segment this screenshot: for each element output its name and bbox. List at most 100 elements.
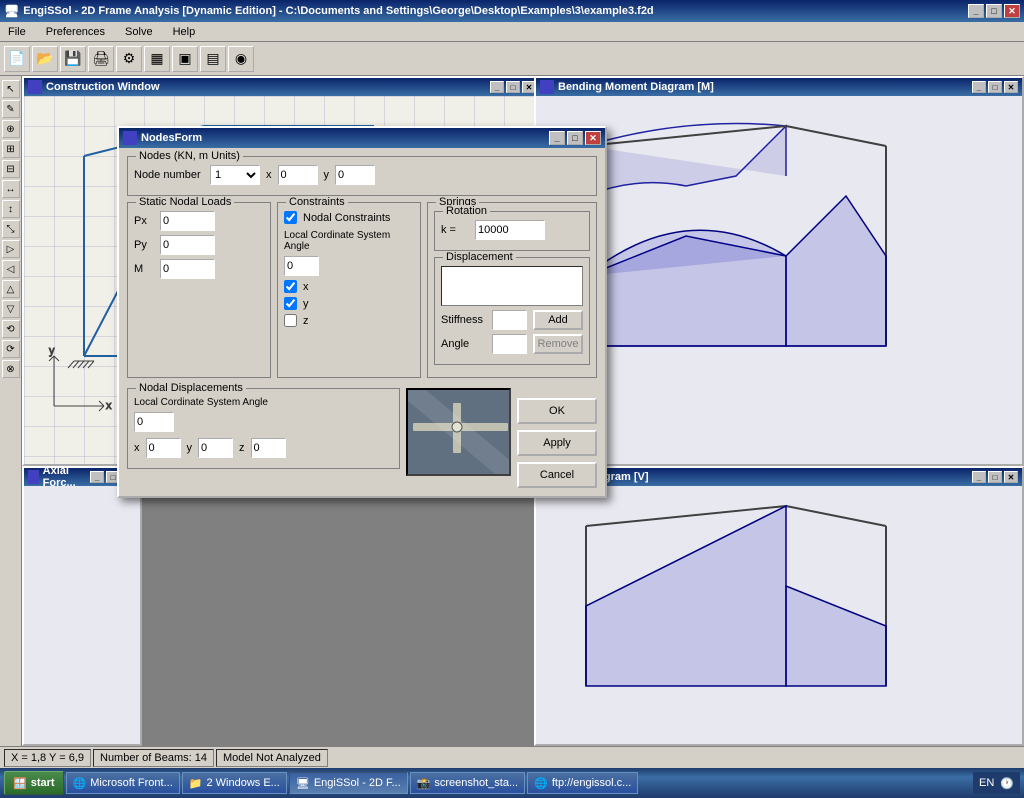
left-btn-8[interactable]: ⤡ xyxy=(2,220,20,238)
nodal-constraints-label: Nodal Constraints xyxy=(303,212,390,224)
beams-pane: Number of Beams: 14 xyxy=(93,749,214,767)
angle-input[interactable] xyxy=(492,334,527,354)
nodes-form-title: NodesForm xyxy=(141,132,202,144)
y-coord-input[interactable] xyxy=(335,165,375,185)
taskbar-item-4-label: ftp://engissol.c... xyxy=(552,777,631,789)
taskbar-item-1-icon: 📁 xyxy=(189,777,203,790)
checkbox-x[interactable] xyxy=(284,280,297,293)
left-btn-1[interactable]: ↖ xyxy=(2,80,20,98)
taskbar-item-1[interactable]: 📁 2 Windows E... xyxy=(182,772,287,794)
toolbar-btn8[interactable]: ▤ xyxy=(200,46,226,72)
stiffness-input[interactable] xyxy=(492,310,527,330)
left-btn-6[interactable]: ↔ xyxy=(2,180,20,198)
toolbar-save[interactable]: 💾 xyxy=(60,46,86,72)
py-row: Py xyxy=(134,235,264,255)
left-btn-7[interactable]: ↕ xyxy=(2,200,20,218)
displacement-title: Displacement xyxy=(443,251,516,263)
nodes-form-close[interactable]: ✕ xyxy=(585,131,601,145)
taskbar-item-3-icon: 📸 xyxy=(417,777,431,790)
left-btn-15[interactable]: ⊗ xyxy=(2,360,20,378)
toolbar-btn5[interactable]: ⚙ xyxy=(116,46,142,72)
taskbar-item-4-icon: 🌐 xyxy=(534,777,548,790)
menu-solve[interactable]: Solve xyxy=(121,24,157,40)
add-button[interactable]: Add xyxy=(533,310,583,330)
toolbar-btn6[interactable]: ▦ xyxy=(144,46,170,72)
cancel-button[interactable]: Cancel xyxy=(517,462,597,488)
left-btn-13[interactable]: ⟲ xyxy=(2,320,20,338)
local-angle-section: Local Cordinate System Angle xyxy=(284,230,414,276)
py-input[interactable] xyxy=(160,235,215,255)
node-number-label: Node number xyxy=(134,169,204,181)
local-disp-angle-input[interactable] xyxy=(134,412,174,432)
taskbar-item-4[interactable]: 🌐 ftp://engissol.c... xyxy=(527,772,638,794)
remove-button[interactable]: Remove xyxy=(533,334,583,354)
taskbar-item-0[interactable]: 🌐 Microsoft Front... xyxy=(66,772,180,794)
left-btn-14[interactable]: ⟳ xyxy=(2,340,20,358)
disp-x-input[interactable] xyxy=(146,438,181,458)
toolbar: 📄 📂 💾 🖨 ⚙ ▦ ▣ ▤ ◉ xyxy=(0,42,1024,76)
nodal-displacements-title: Nodal Displacements xyxy=(136,382,246,394)
disp-z-input[interactable] xyxy=(251,438,286,458)
left-btn-5[interactable]: ⊟ xyxy=(2,160,20,178)
taskbar-item-2[interactable]: 🖥 EngiSSol - 2D F... xyxy=(289,772,408,794)
disp-y-input[interactable] xyxy=(198,438,233,458)
nodes-form-title-bar: NodesForm _ □ ✕ xyxy=(119,128,605,148)
coordinates-text: X = 1,8 Y = 6,9 xyxy=(11,752,84,764)
m-input[interactable] xyxy=(160,259,215,279)
start-button[interactable]: 🪟 start xyxy=(4,771,64,795)
k-input[interactable] xyxy=(475,220,545,240)
minimize-button[interactable]: _ xyxy=(968,4,984,18)
nodes-form-content: Nodes (KN, m Units) Node number 1 x y xyxy=(119,148,605,496)
local-angle-input[interactable] xyxy=(284,256,319,276)
angle-row: Angle Remove xyxy=(441,334,583,354)
local-cordinate-system-label: Local Cordinate System Angle xyxy=(134,397,393,408)
middle-section: Static Nodal Loads Px Py M xyxy=(127,202,597,384)
toolbar-print[interactable]: 🖨 xyxy=(88,46,114,72)
title-bar: 🖥 EngiSSol - 2D Frame Analysis [Dynamic … xyxy=(0,0,1024,22)
x-coord-input[interactable] xyxy=(278,165,318,185)
px-row: Px xyxy=(134,211,264,231)
node-image xyxy=(406,388,511,476)
m-label: M xyxy=(134,263,154,275)
nodal-constraints-checkbox[interactable] xyxy=(284,211,297,224)
left-btn-2[interactable]: ✎ xyxy=(2,100,20,118)
disp-y-label: y xyxy=(187,442,193,454)
left-btn-12[interactable]: ▽ xyxy=(2,300,20,318)
toolbar-open[interactable]: 📂 xyxy=(32,46,58,72)
left-btn-9[interactable]: ▷ xyxy=(2,240,20,258)
ok-button[interactable]: OK xyxy=(517,398,597,424)
checkbox-z[interactable] xyxy=(284,314,297,327)
taskbar-item-3[interactable]: 📸 screenshot_sta... xyxy=(410,772,525,794)
beams-text: Number of Beams: 14 xyxy=(100,752,207,764)
modal-overlay: NodesForm _ □ ✕ Nodes (KN, m Units) Node xyxy=(22,76,1024,746)
local-angle-label: Local Cordinate System Angle xyxy=(284,230,414,252)
checkbox-y[interactable] xyxy=(284,297,297,310)
maximize-button[interactable]: □ xyxy=(986,4,1002,18)
checkbox-x-row: x xyxy=(284,280,414,293)
checkbox-z-row: z xyxy=(284,314,414,327)
menu-help[interactable]: Help xyxy=(169,24,200,40)
node-number-select[interactable]: 1 xyxy=(210,165,260,185)
close-button[interactable]: ✕ xyxy=(1004,4,1020,18)
left-btn-11[interactable]: △ xyxy=(2,280,20,298)
left-btn-3[interactable]: ⊕ xyxy=(2,120,20,138)
taskbar-item-0-icon: 🌐 xyxy=(73,777,87,790)
px-input[interactable] xyxy=(160,211,215,231)
apply-button[interactable]: Apply xyxy=(517,430,597,456)
nodes-form-maximize[interactable]: □ xyxy=(567,131,583,145)
toolbar-new[interactable]: 📄 xyxy=(4,46,30,72)
m-row: M xyxy=(134,259,264,279)
displacement-list[interactable] xyxy=(441,266,583,306)
left-btn-4[interactable]: ⊞ xyxy=(2,140,20,158)
nodes-form-minimize[interactable]: _ xyxy=(549,131,565,145)
menu-preferences[interactable]: Preferences xyxy=(42,24,109,40)
displacement-group: Displacement Stiffness Add Angle xyxy=(434,257,590,365)
bottom-section: Nodal Displacements Local Cordinate Syst… xyxy=(127,388,597,488)
menu-file[interactable]: File xyxy=(4,24,30,40)
status-bar: X = 1,8 Y = 6,9 Number of Beams: 14 Mode… xyxy=(0,746,1024,768)
left-btn-10[interactable]: ◁ xyxy=(2,260,20,278)
toolbar-btn7[interactable]: ▣ xyxy=(172,46,198,72)
toolbar-btn9[interactable]: ◉ xyxy=(228,46,254,72)
nodes-group: Nodes (KN, m Units) Node number 1 x y xyxy=(127,156,597,196)
disp-x-label: x xyxy=(134,442,140,454)
